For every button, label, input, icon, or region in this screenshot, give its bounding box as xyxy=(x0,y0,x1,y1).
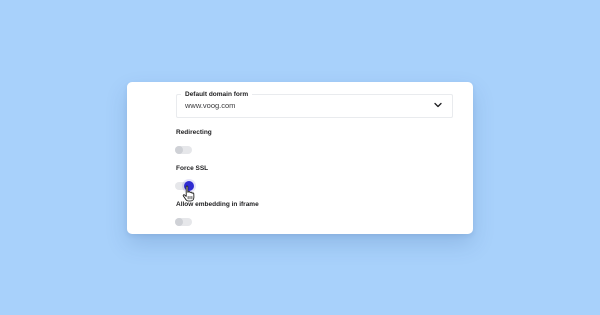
force-ssl-label: Force SSL xyxy=(176,165,209,172)
default-domain-label: Default domain form xyxy=(181,91,253,99)
force-ssl-toggle[interactable] xyxy=(175,181,194,191)
force-ssl-toggle-knob xyxy=(184,181,194,191)
default-domain-select[interactable]: Default domain form www.voog.com xyxy=(176,91,453,118)
allow-iframe-label: Allow embedding in iframe xyxy=(176,201,259,208)
allow-iframe-toggle-knob xyxy=(175,218,183,226)
chevron-down-icon[interactable] xyxy=(433,100,443,110)
allow-iframe-toggle[interactable] xyxy=(175,218,192,226)
redirecting-label: Redirecting xyxy=(176,129,212,136)
settings-card: Default domain form www.voog.com Redirec… xyxy=(127,82,473,234)
redirecting-toggle[interactable] xyxy=(175,146,192,154)
redirecting-toggle-knob xyxy=(175,146,183,154)
default-domain-value: www.voog.com xyxy=(185,101,236,110)
